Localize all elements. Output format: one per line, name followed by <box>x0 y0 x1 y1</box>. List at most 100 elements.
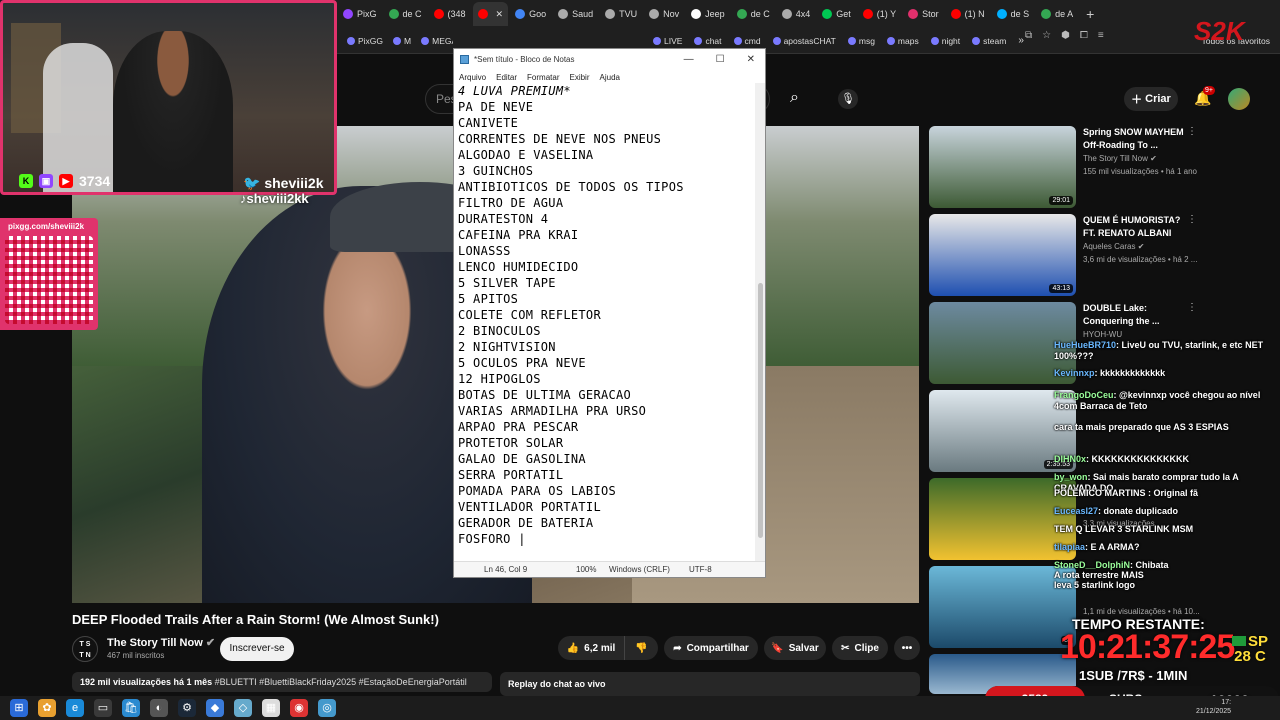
tab-favicon-icon <box>736 9 747 19</box>
notepad-scrollbar[interactable] <box>755 83 765 563</box>
like-button[interactable]: 👍 6,2 mil <box>558 636 624 660</box>
share-button[interactable]: ➦ Compartilhar <box>664 636 758 660</box>
browser-tab[interactable]: (348 <box>429 2 471 26</box>
notepad-line: CANIVETE <box>458 116 519 130</box>
browser-tab[interactable]: 4x4 <box>777 2 816 26</box>
notepad-window[interactable]: *Sem título - Bloco de Notas — ☐ ✕ Arqui… <box>453 48 766 578</box>
browser-tab[interactable]: Jeep <box>686 2 730 26</box>
dislike-button[interactable]: 👎 <box>624 636 658 660</box>
chat-message: Euceasl27: donate duplicado <box>1054 506 1280 517</box>
browser-tab[interactable]: Stor <box>903 2 944 26</box>
notepad-line: PA DE NEVE <box>458 100 534 114</box>
tiktok-handle-text: sheviii2kk <box>246 191 309 206</box>
browser-tab[interactable]: Nov <box>644 2 684 26</box>
taskbar-app-icon[interactable]: ▭ <box>94 699 112 717</box>
system-clock[interactable]: 17: 21/12/2025 <box>1196 698 1231 716</box>
browser-tab[interactable]: de C <box>732 2 775 26</box>
channel-subscriber-count: 467 mil inscritos <box>107 651 165 660</box>
browser-tab[interactable]: Saud <box>553 2 598 26</box>
tab-label: Stor <box>922 9 939 19</box>
taskbar-app-icon[interactable]: ▦ <box>262 699 280 717</box>
chat-username: DIHN0x <box>1054 454 1087 464</box>
more-options-icon[interactable]: ⋮ <box>1187 126 1197 137</box>
taskbar-app-icon[interactable]: ⊞ <box>10 699 28 717</box>
bookmark-item[interactable]: MEGAN <box>421 36 453 46</box>
bookmark-item[interactable]: M <box>393 36 411 46</box>
browser-tab[interactable]: (1) N <box>946 2 990 26</box>
chat-replay-header[interactable]: Replay do chat ao vivo <box>500 672 920 696</box>
tab-favicon-icon <box>691 9 702 19</box>
bookmark-item[interactable]: LIVE <box>653 36 682 46</box>
reading-list-icon[interactable]: ≡ <box>1098 30 1104 41</box>
more-actions-button[interactable]: ••• <box>894 636 920 660</box>
bookmark-item[interactable]: chat <box>694 36 722 46</box>
notepad-titlebar[interactable]: *Sem título - Bloco de Notas — ☐ ✕ <box>454 49 765 69</box>
notepad-text-area[interactable]: 4 LUVA PREMIUM* PA DE NEVE CANIVETE CORRENT… <box>458 83 754 563</box>
notepad-title: *Sem título - Bloco de Notas <box>474 54 575 64</box>
menu-item[interactable]: Exibir <box>569 73 589 82</box>
video-views-date: 192 mil visualizações há 1 mês <box>80 677 213 687</box>
bookmark-item[interactable]: night <box>930 36 960 46</box>
video-hashtags[interactable]: #BLUETTI #BluettiBlackFriday2025 #Estaçã… <box>215 677 467 687</box>
browser-tab[interactable]: ✕ <box>472 2 509 26</box>
close-tab-icon[interactable]: ✕ <box>496 9 504 20</box>
taskbar-app-icon[interactable]: ◆ <box>206 699 224 717</box>
bookmark-item[interactable]: msg <box>847 36 875 46</box>
more-options-icon[interactable]: ⋮ <box>1187 302 1197 313</box>
maximize-button[interactable]: ☐ <box>716 54 725 65</box>
channel-name[interactable]: The Story Till Now ✔ <box>107 636 215 649</box>
video-thumbnail[interactable]: 43:13 <box>929 214 1076 296</box>
extension-icon[interactable]: ⬢ <box>1061 30 1070 41</box>
browser-tab[interactable]: Get <box>817 2 856 26</box>
line-ending: Windows (CRLF) <box>609 565 670 574</box>
search-icon[interactable]: ⌕ <box>790 89 799 107</box>
taskbar-app-icon[interactable]: ◎ <box>318 699 336 717</box>
video-description-box[interactable]: 192 mil visualizações há 1 mês #BLUETTI … <box>72 672 492 692</box>
chat-message: leva 5 starlink logo <box>1054 580 1280 591</box>
twitch-icon: ▣ <box>39 174 53 188</box>
bookmark-item[interactable]: cmd <box>733 36 761 46</box>
bookmark-item[interactable]: apostasCHAT <box>772 36 836 46</box>
close-button[interactable]: ✕ <box>747 54 755 65</box>
browser-tab[interactable]: de C <box>384 2 427 26</box>
create-button[interactable]: ＋ Criar <box>1124 87 1178 111</box>
notepad-line: 5 SILVER TAPE <box>458 276 556 290</box>
account-avatar[interactable] <box>1228 88 1250 110</box>
menu-item[interactable]: Formatar <box>527 73 559 82</box>
more-options-icon[interactable]: ⋮ <box>1187 214 1197 225</box>
browser-tab[interactable]: PixG <box>338 2 382 26</box>
browser-tab[interactable]: de A <box>1036 2 1078 26</box>
scrollbar-thumb[interactable] <box>758 283 763 538</box>
cast-icon[interactable]: ⧉ <box>1025 30 1032 41</box>
bookmark-item[interactable]: maps <box>886 36 919 46</box>
browser-tab[interactable]: Goo <box>510 2 551 26</box>
extensions-puzzle-icon[interactable]: ⧠ <box>1080 30 1088 41</box>
menu-item[interactable]: Ajuda <box>600 73 620 82</box>
subscribe-button[interactable]: Inscrever-se <box>220 637 294 661</box>
tab-favicon-icon <box>862 9 873 19</box>
taskbar-app-icon[interactable]: ◐ <box>150 699 168 717</box>
notepad-line: COLETE COM REFLETOR <box>458 308 601 322</box>
video-thumbnail[interactable]: 29:01 <box>929 126 1076 208</box>
new-tab-button[interactable]: + <box>1080 6 1100 22</box>
taskbar-app-icon[interactable]: e <box>66 699 84 717</box>
channel-avatar[interactable]: T S T N <box>72 636 98 662</box>
browser-tab[interactable]: de S <box>992 2 1035 26</box>
bookmarks-more-button[interactable]: » <box>1018 35 1024 46</box>
browser-tab[interactable]: TVU <box>600 2 642 26</box>
browser-tab[interactable]: (1) Y <box>858 2 901 26</box>
clip-button[interactable]: ✂ Clipe <box>832 636 888 660</box>
minimize-button[interactable]: — <box>684 54 694 65</box>
microphone-icon[interactable]: 🎙 <box>838 89 858 109</box>
bookmark-star-icon[interactable]: ☆ <box>1042 30 1051 41</box>
taskbar-app-icon[interactable]: ⚙ <box>178 699 196 717</box>
taskbar-app-icon[interactable]: ◇ <box>234 699 252 717</box>
taskbar-app-icon[interactable]: ✿ <box>38 699 56 717</box>
taskbar-app-icon[interactable]: 🛍 <box>122 699 140 717</box>
bookmark-item[interactable]: PixGG <box>347 36 383 46</box>
menu-item[interactable]: Arquivo <box>459 73 486 82</box>
taskbar-app-icon[interactable]: ◉ <box>290 699 308 717</box>
menu-item[interactable]: Editar <box>496 73 517 82</box>
save-button[interactable]: 🔖 Salvar <box>764 636 826 660</box>
bookmark-item[interactable]: steam <box>972 36 1006 46</box>
